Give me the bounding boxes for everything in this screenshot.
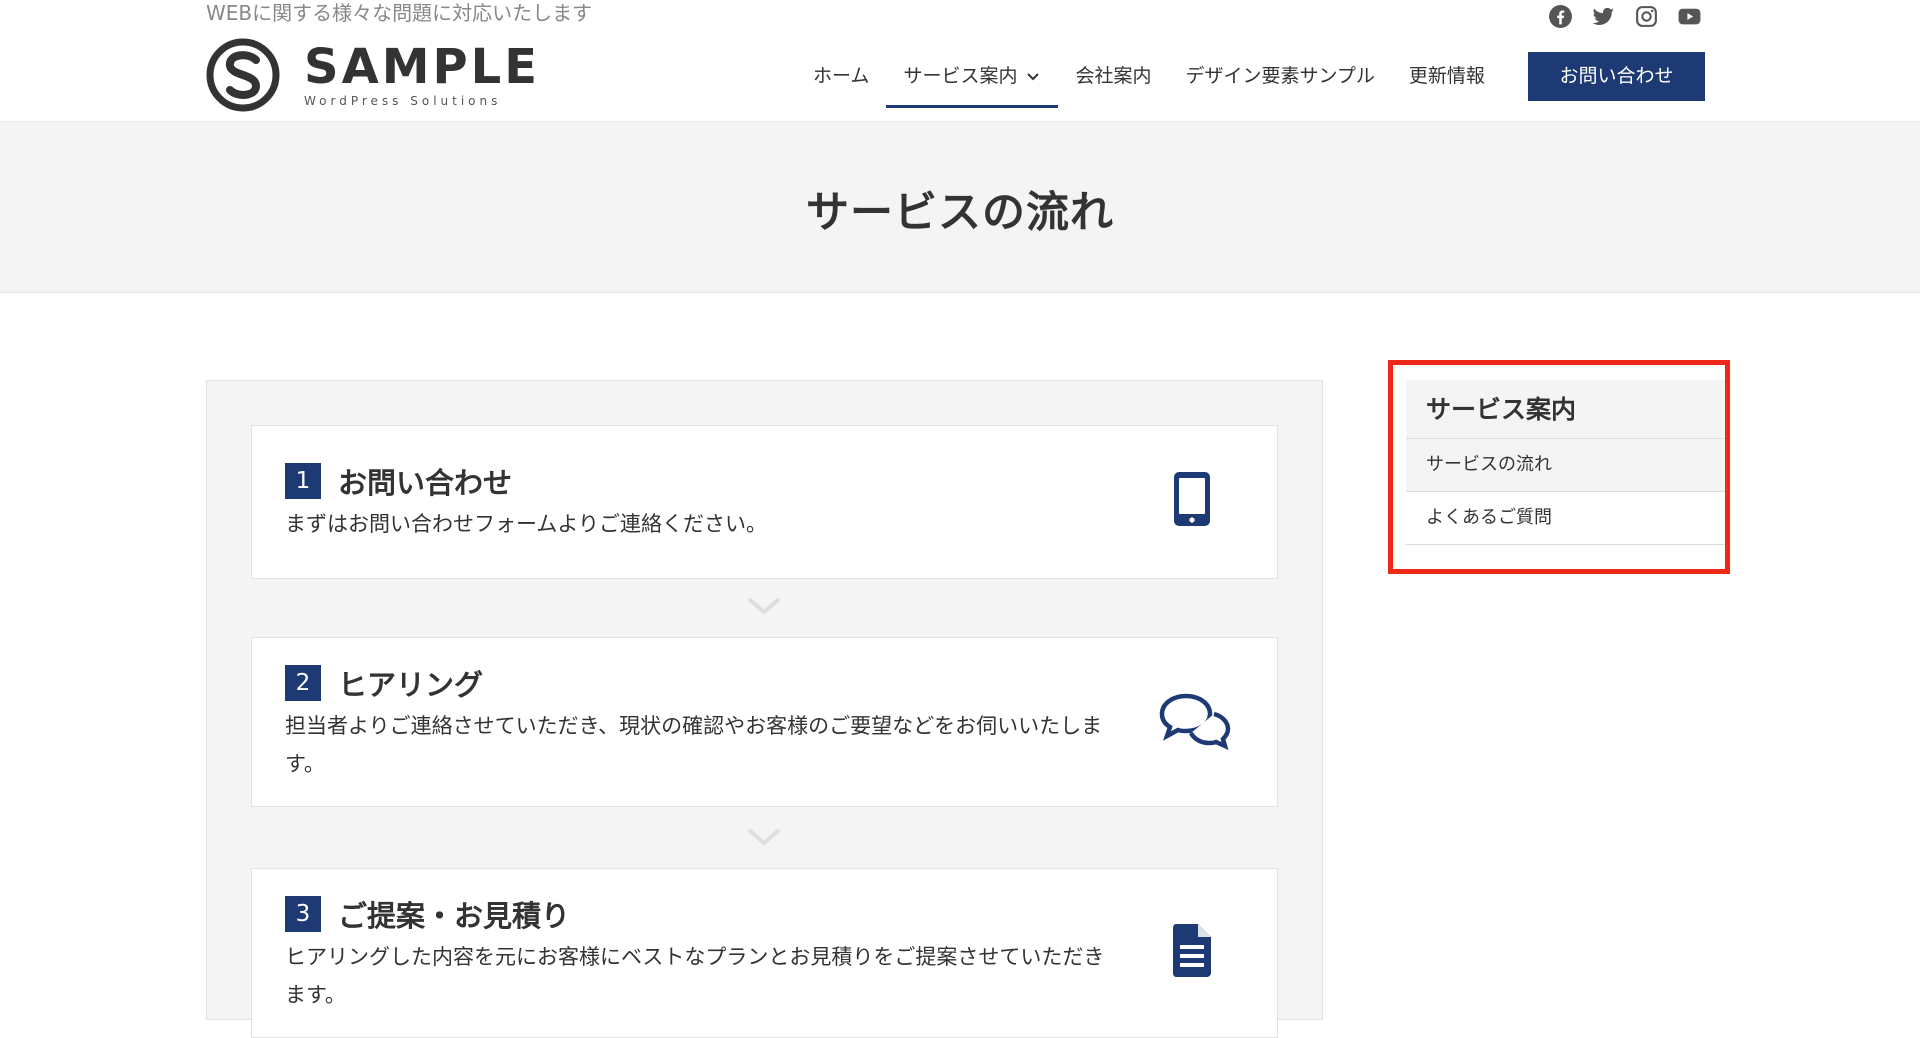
- site-header: WEBに関する様々な問題に対応いたします SAMPLE WordPress So…: [0, 0, 1920, 122]
- logo-mark-icon: [206, 38, 280, 112]
- flow-step: 3 ご提案・お見積り ヒアリングした内容を元にお客様にベストなプランとお見積りを…: [251, 868, 1278, 1038]
- site-logo[interactable]: SAMPLE WordPress Solutions: [206, 38, 540, 112]
- smartphone-icon: [1174, 472, 1210, 526]
- step-title: お問い合わせ: [338, 466, 513, 500]
- sidebar-title: サービス案内: [1406, 380, 1726, 439]
- step-number: 1: [285, 463, 321, 499]
- site-tagline: WEBに関する様々な問題に対応いたします: [206, 1, 593, 25]
- page-title: サービスの流れ: [806, 188, 1114, 238]
- twitter-icon[interactable]: [1591, 4, 1616, 29]
- nav-item-company[interactable]: 会社案内: [1058, 50, 1168, 108]
- page-title-band: サービスの流れ: [0, 122, 1920, 293]
- nav-item-services[interactable]: サービス案内: [886, 50, 1059, 108]
- step-title: ヒアリング: [338, 668, 484, 702]
- service-flow-panel: 1 お問い合わせ まずはお問い合わせフォームよりご連絡ください。 2 ヒアリング…: [206, 380, 1323, 1038]
- social-links: [1548, 4, 1702, 29]
- youtube-icon[interactable]: [1677, 4, 1702, 29]
- sidebar-service-menu: サービス案内 サービスの流れ よくあるご質問: [1406, 380, 1726, 545]
- main-nav: ホーム サービス案内 会社案内 デザイン要素サンプル 更新情報: [796, 50, 1502, 108]
- step-description: まずはお問い合わせフォームよりご連絡ください。: [285, 512, 767, 536]
- step-description: 担当者よりご連絡させていただき、現状の確認やお客様のご要望などをお伺いいたします…: [285, 714, 1103, 776]
- flow-step: 1 お問い合わせ まずはお問い合わせフォームよりご連絡ください。: [251, 425, 1278, 579]
- logo-title: SAMPLE: [304, 39, 541, 95]
- logo-subtitle: WordPress Solutions: [304, 94, 502, 108]
- chevron-down-icon: [1027, 72, 1040, 80]
- step-description: ヒアリングした内容を元にお客様にベストなプランとお見積りをご提案させていただきま…: [285, 945, 1105, 1007]
- sidebar-item-faq[interactable]: よくあるご質問: [1406, 492, 1726, 545]
- nav-item-home[interactable]: ホーム: [796, 50, 886, 108]
- step-number: 2: [285, 665, 321, 701]
- nav-item-updates[interactable]: 更新情報: [1392, 50, 1502, 108]
- chat-bubbles-icon: [1159, 693, 1231, 750]
- chevron-down-icon: [747, 828, 781, 846]
- contact-button[interactable]: お問い合わせ: [1528, 52, 1705, 101]
- facebook-icon[interactable]: [1548, 4, 1573, 29]
- step-number: 3: [285, 896, 321, 932]
- instagram-icon[interactable]: [1634, 4, 1659, 29]
- flow-step: 2 ヒアリング 担当者よりご連絡させていただき、現状の確認やお客様のご要望などを…: [251, 637, 1278, 807]
- nav-item-design-samples[interactable]: デザイン要素サンプル: [1168, 50, 1391, 108]
- sidebar-item-service-flow[interactable]: サービスの流れ: [1406, 439, 1726, 492]
- step-title: ご提案・お見積り: [338, 899, 571, 933]
- chevron-down-icon: [747, 597, 781, 615]
- document-icon: [1173, 924, 1211, 977]
